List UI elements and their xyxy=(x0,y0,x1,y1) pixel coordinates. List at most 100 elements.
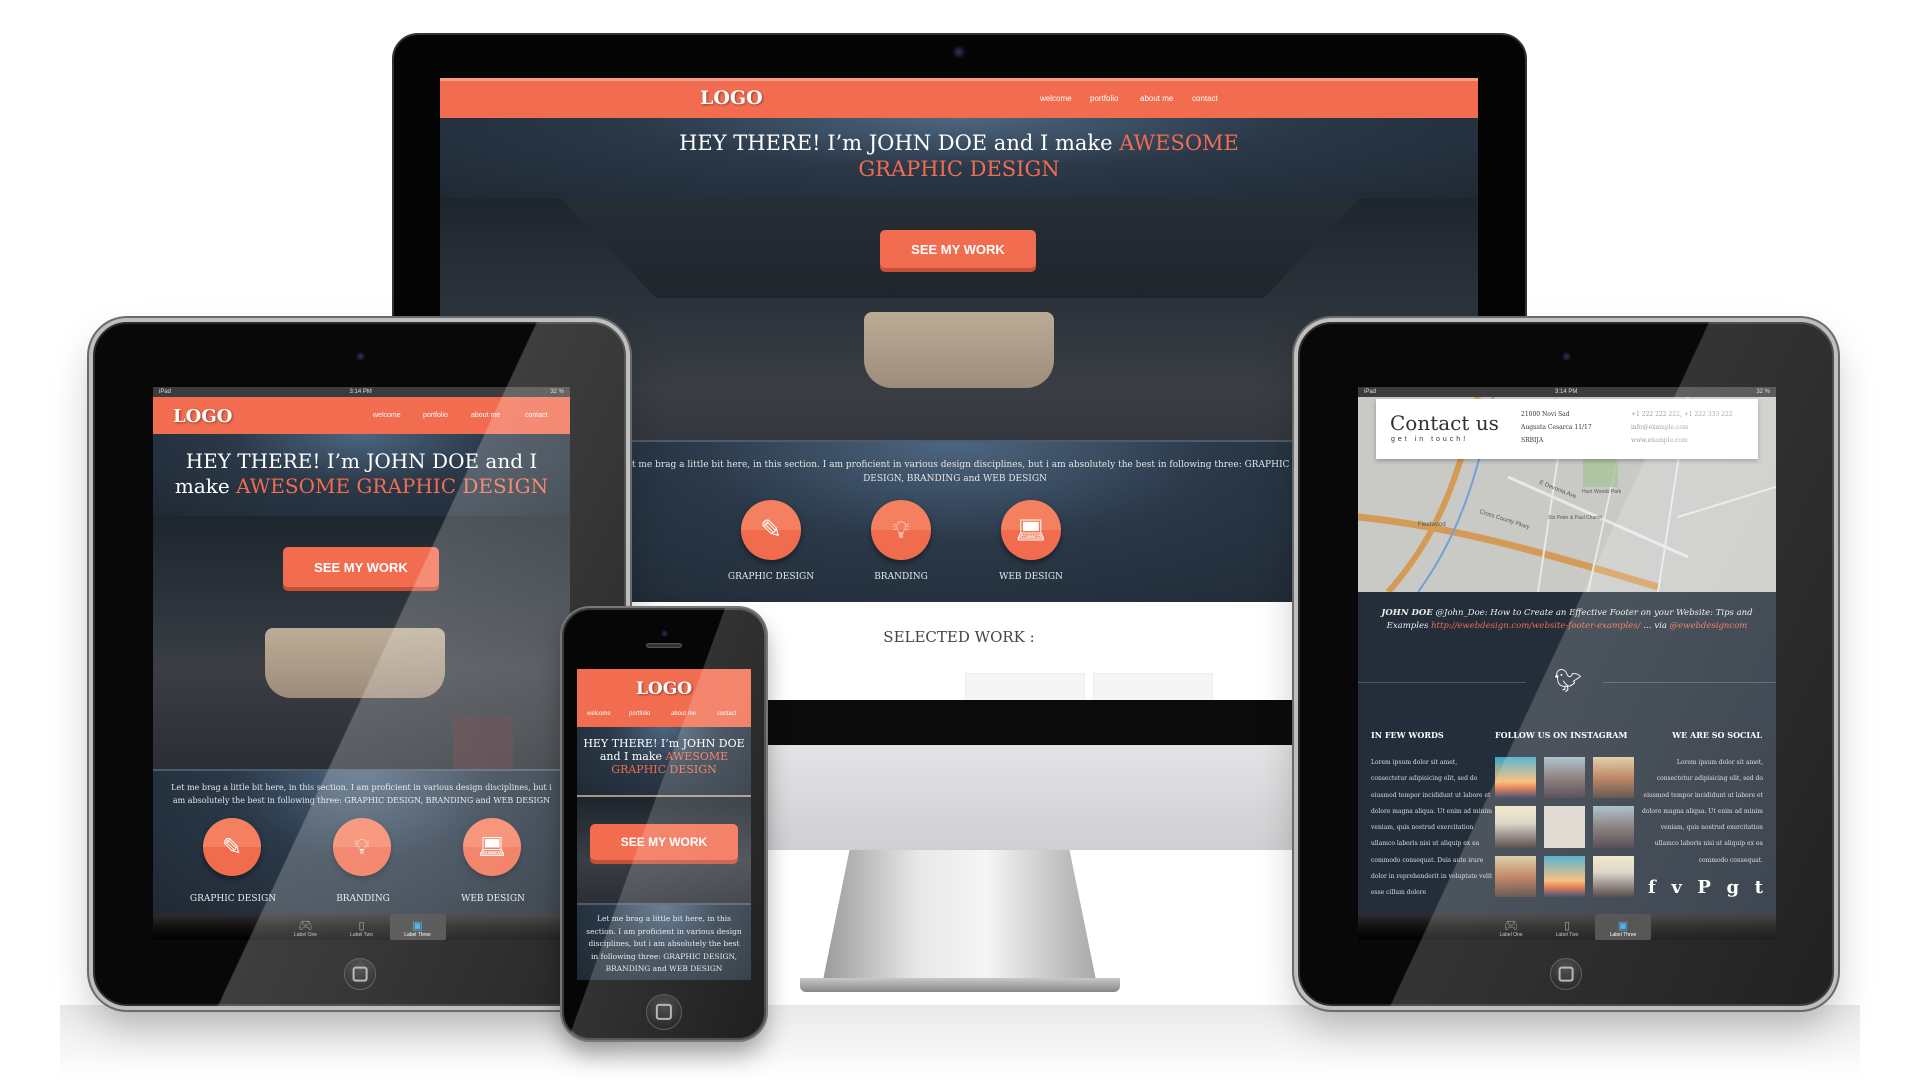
instagram-photo[interactable] xyxy=(1495,806,1536,848)
ipod-icon: ▯ xyxy=(1563,920,1571,932)
footer-lorem-right: Lorem ipsum dolor sit amet, consectetur … xyxy=(1642,759,1763,864)
contact-website[interactable]: www.example.com xyxy=(1631,437,1688,444)
about-text: Let me brag a little bit here, in this s… xyxy=(171,783,552,805)
instagram-photo[interactable] xyxy=(1593,806,1634,848)
google-plus-icon[interactable]: g xyxy=(1727,877,1740,898)
laptop-icon: 💻︎ xyxy=(478,834,506,860)
tab-label-one[interactable]: 🎮︎ Label One xyxy=(1483,914,1539,940)
divider-left xyxy=(1358,682,1526,683)
service-circle-graphic-design[interactable]: ✎ xyxy=(203,818,261,876)
contact-email[interactable]: info@example.com xyxy=(1631,424,1689,431)
tab-label-two[interactable]: ▯ Label Two xyxy=(334,914,390,940)
instagram-photo[interactable] xyxy=(1544,757,1585,799)
pen-icon: ✎ xyxy=(221,833,243,861)
service-label-graphic-design: GRAPHIC DESIGN xyxy=(727,572,815,582)
instagram-photo[interactable] xyxy=(1593,855,1634,897)
hero-highlight: AWESOME GRAPHIC DESIGN xyxy=(236,474,549,498)
instagram-photo[interactable] xyxy=(1593,757,1634,799)
status-battery: 32 % xyxy=(550,389,564,395)
instagram-photo[interactable] xyxy=(1544,855,1585,897)
instagram-photo[interactable] xyxy=(1495,757,1536,799)
nav-about-me[interactable]: about me xyxy=(471,412,500,419)
services-section: Let me brag a little bit here, in this s… xyxy=(577,903,751,980)
about-text: Let me brag a little bit here, in this s… xyxy=(620,460,1290,484)
see-my-work-button[interactable]: SEE MY WORK xyxy=(283,547,439,587)
see-my-work-button[interactable]: SEE MY WORK xyxy=(880,230,1036,268)
hero-heading: HEY THERE! I’m JOHN DOE and I make AWESO… xyxy=(440,130,1478,182)
address-line-1: 21000 Novi Sad xyxy=(1521,411,1570,418)
site-header: LOGO welcome portfolio about me contact xyxy=(440,78,1478,118)
footer-col3-title: WE ARE SO SOCIAL xyxy=(1672,730,1762,740)
site-logo[interactable]: LOGO xyxy=(577,679,751,699)
ios-tab-bar: 🎮︎ Label One ▯ Label Two ▣ Label Three xyxy=(153,914,570,940)
tab-label-three[interactable]: ▣ Label Three xyxy=(1595,914,1651,940)
footer-lorem-left: Lorem ipsum dolor sit amet, consectetur … xyxy=(1371,759,1493,897)
status-device: iPad xyxy=(1364,389,1377,395)
nav-welcome[interactable]: welcome xyxy=(1040,94,1072,103)
twitter-icon[interactable]: 🐦︎ xyxy=(1554,669,1582,694)
nav-portfolio[interactable]: portfolio xyxy=(629,711,650,717)
nav-welcome[interactable]: welcome xyxy=(373,412,401,419)
ios-tab-bar: 🎮︎ Label One ▯ Label Two ▣ Label Three xyxy=(1358,914,1776,940)
nav-portfolio[interactable]: portfolio xyxy=(423,412,448,419)
status-battery: 32 % xyxy=(1756,389,1770,395)
ipad-right-home-button[interactable] xyxy=(1550,958,1582,990)
tweet-via-handle[interactable]: @ewebdesigncom xyxy=(1670,621,1748,631)
service-circle-web-design[interactable]: 💻︎ xyxy=(1001,500,1061,560)
nav-contact[interactable]: contact xyxy=(525,412,548,419)
footer-col1-title: IN FEW WORDS xyxy=(1371,730,1444,740)
tweet-handle[interactable]: @John_Doe: xyxy=(1436,608,1488,618)
tweet-link[interactable]: http://ewebdesign.com/website-footer-exa… xyxy=(1431,621,1640,631)
see-my-work-button[interactable]: SEE MY WORK xyxy=(590,824,738,860)
gamepad-icon: 🎮︎ xyxy=(298,920,313,932)
map-label: Hunt Woods Park xyxy=(1582,489,1622,495)
nav-portfolio[interactable]: portfolio xyxy=(1090,94,1118,103)
vimeo-icon[interactable]: v xyxy=(1671,877,1681,898)
divider-right xyxy=(1603,682,1776,683)
iphone-speaker xyxy=(646,643,682,648)
pinterest-icon[interactable]: P xyxy=(1697,877,1711,898)
ipad-right-screen: iPad 3:14 PM 32 % Cross County Pkwy E De… xyxy=(1358,387,1776,940)
iphone-home-button[interactable] xyxy=(646,994,682,1030)
monitor-base xyxy=(800,978,1120,992)
social-icons: f v P g t xyxy=(1648,877,1763,898)
work-thumb-3[interactable] xyxy=(1093,673,1213,703)
instagram-photo[interactable] xyxy=(1544,806,1585,848)
instagram-photo[interactable] xyxy=(1495,855,1536,897)
ipad-left-camera xyxy=(356,352,365,361)
service-circle-web-design[interactable]: 💻︎ xyxy=(463,818,521,876)
nav-about-me[interactable]: about me xyxy=(1140,94,1173,103)
nav-contact[interactable]: contact xyxy=(1192,94,1218,103)
photo-lamp-shade xyxy=(265,628,445,698)
about-text: Let me brag a little bit here, in this s… xyxy=(586,914,742,973)
tumblr-icon[interactable]: t xyxy=(1755,877,1763,898)
hero-heading: HEY THERE! I’m JOHN DOE and I make AWESO… xyxy=(168,449,555,499)
work-thumb-2[interactable] xyxy=(965,673,1085,703)
tweet-author: JOHN DOE xyxy=(1381,608,1433,618)
pen-icon: ✎ xyxy=(760,515,782,545)
tab-label-three[interactable]: ▣ Label Three xyxy=(389,914,446,940)
site-logo[interactable]: LOGO xyxy=(700,87,763,109)
nav-contact[interactable]: contact xyxy=(717,711,736,717)
site-header: LOGO welcome portfolio about me contact xyxy=(153,397,570,434)
hero-section: HEY THERE! I’m JOHN DOE and I make AWESO… xyxy=(153,434,570,516)
service-circle-branding[interactable]: 💡︎ xyxy=(871,500,931,560)
tab-label-two[interactable]: ▯ Label Two xyxy=(1539,914,1595,940)
nav-welcome[interactable]: welcome xyxy=(587,711,611,717)
ipad-right-camera xyxy=(1562,352,1571,361)
nav-about-me[interactable]: about me xyxy=(671,711,696,717)
hero-highlight-1: AWESOME xyxy=(1119,131,1239,155)
tab-label-one[interactable]: 🎮︎ Label One xyxy=(278,914,334,940)
facebook-icon[interactable]: f xyxy=(1648,877,1656,898)
iphone-camera xyxy=(661,630,668,637)
monitor-icon: ▣ xyxy=(1617,920,1629,932)
ipad-left-home-button[interactable] xyxy=(344,958,376,990)
service-circle-graphic-design[interactable]: ✎ xyxy=(741,500,801,560)
hero-highlight-2: GRAPHIC DESIGN xyxy=(858,157,1060,181)
site-logo[interactable]: LOGO xyxy=(173,406,232,427)
monitor-camera xyxy=(953,46,965,58)
hero-prefix: HEY THERE! I’m JOHN DOE and I make xyxy=(679,131,1120,155)
address-line-2: Augusta Cesarca 11/17 xyxy=(1521,424,1592,431)
service-circle-branding[interactable]: 💡︎ xyxy=(333,818,391,876)
hero-section: HEY THERE! I’m JOHN DOE and I make AWESO… xyxy=(440,118,1478,198)
